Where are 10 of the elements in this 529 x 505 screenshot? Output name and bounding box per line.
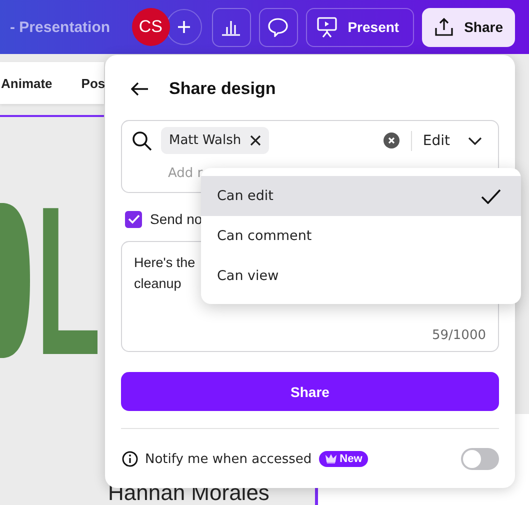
notify-label: Notify me when accessed: [145, 452, 312, 466]
document-title: - Presentation: [10, 18, 110, 36]
option-label: Can comment: [217, 228, 312, 244]
slide-heading: L: [36, 186, 101, 376]
checkbox-label: Send no: [150, 211, 202, 227]
option-label: Can view: [217, 268, 279, 284]
character-counter: 59/1000: [432, 328, 486, 343]
new-badge: New: [318, 451, 368, 467]
panel-title: Share design: [169, 79, 276, 99]
message-text: Here's the cleanup: [134, 254, 196, 293]
